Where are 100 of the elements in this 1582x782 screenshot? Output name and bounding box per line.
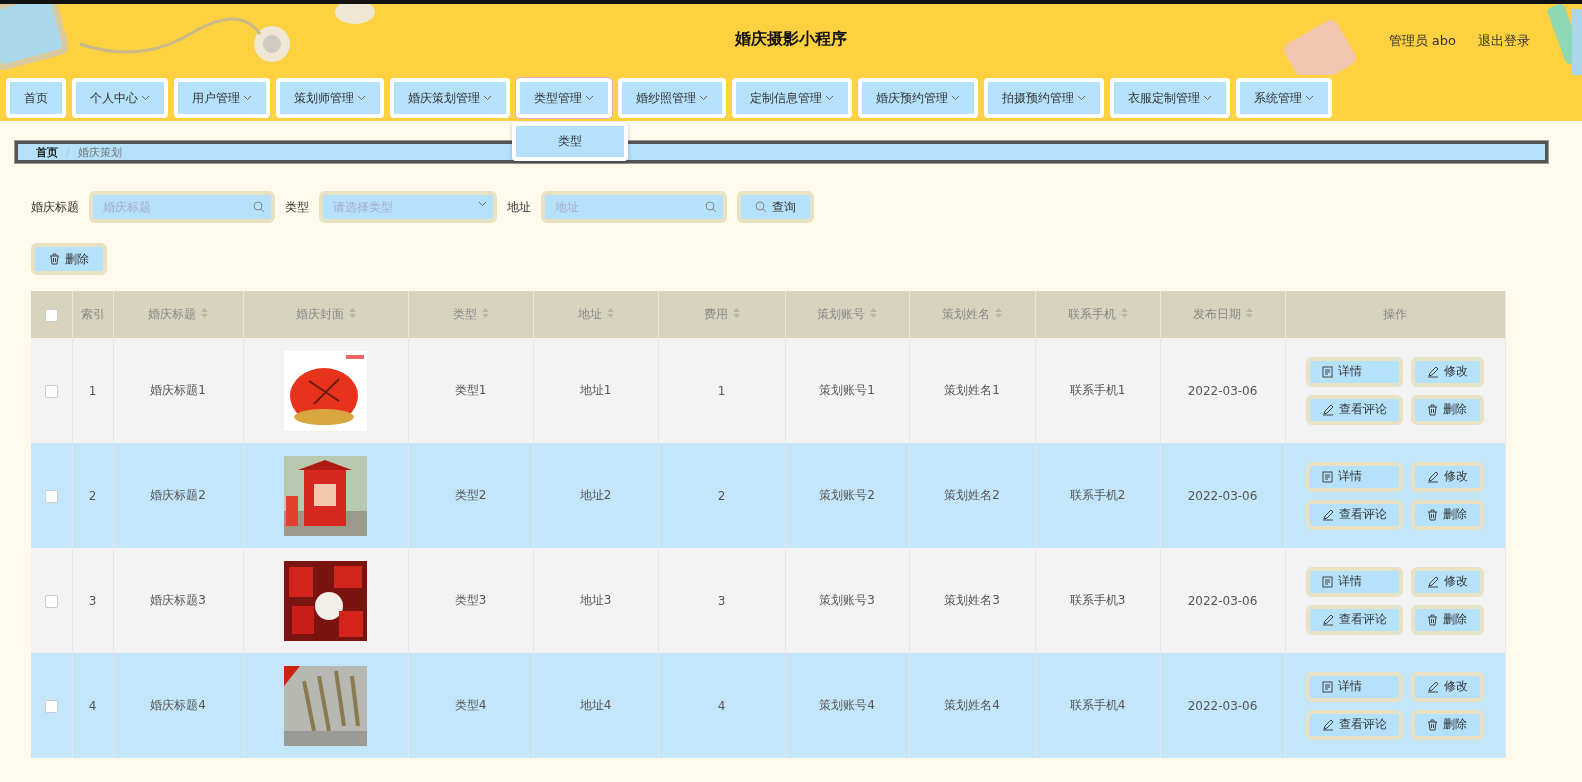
table-cell: 类型1	[454, 383, 487, 397]
search-button[interactable]: 查询	[737, 191, 814, 223]
row-action-button[interactable]: 删除	[1411, 499, 1484, 530]
table-cell: 婚庆标题1	[150, 383, 206, 397]
checkbox[interactable]	[44, 699, 58, 713]
pen-icon	[1427, 470, 1439, 483]
column-header: 发布日期	[1192, 307, 1241, 321]
table-cell: 1	[717, 383, 726, 398]
table-cell: 类型4	[454, 698, 487, 712]
sort-icon[interactable]	[348, 308, 356, 318]
row-action-button[interactable]: 查看评论	[1306, 604, 1403, 635]
breadcrumb-separator: /	[66, 145, 70, 159]
nav-menu-button[interactable]: 婚庆策划管理	[390, 78, 510, 118]
row-action-button[interactable]: 修改	[1411, 566, 1484, 597]
sort-icon[interactable]	[1120, 308, 1128, 318]
table-cell: 1	[88, 383, 97, 398]
table-cell: 3	[88, 593, 97, 608]
menu-item[interactable]: 类型	[516, 126, 624, 157]
checkbox[interactable]	[44, 384, 58, 398]
table-cell: 策划姓名4	[944, 698, 1000, 712]
column-header: 索引	[80, 307, 105, 321]
column-header: 费用	[703, 307, 728, 321]
row-action-button[interactable]: 查看评论	[1306, 394, 1403, 425]
sort-icon[interactable]	[481, 308, 489, 318]
row-action-button[interactable]: 修改	[1411, 461, 1484, 492]
search-icon	[755, 201, 767, 213]
nav-menu-button[interactable]: 衣服定制管理	[1110, 78, 1230, 118]
chevron-down-icon	[1203, 95, 1212, 101]
chevron-down-icon	[478, 201, 487, 207]
field-label: 婚庆标题	[31, 198, 79, 216]
column-header: 策划账号	[817, 307, 865, 321]
table-cell: 2022-03-06	[1187, 488, 1258, 503]
nav-menu-button[interactable]: 婚纱照管理	[618, 78, 726, 118]
sort-icon[interactable]	[1245, 308, 1253, 318]
table-cell: 策划账号4	[819, 698, 875, 712]
chevron-down-icon	[1305, 95, 1314, 101]
chevron-down-icon	[141, 95, 150, 101]
breadcrumb-item[interactable]: 首页	[36, 144, 58, 160]
row-action-button[interactable]: 查看评论	[1306, 709, 1403, 740]
nav-menu-button[interactable]: 定制信息管理	[732, 78, 852, 118]
table-cell: 2	[717, 488, 726, 503]
row-action-button[interactable]: 详情	[1306, 671, 1403, 702]
column-header: 婚庆标题	[148, 307, 196, 321]
table-cell: 地址4	[579, 698, 612, 712]
nav-menu-button[interactable]: 婚庆预约管理	[858, 78, 978, 118]
checkbox[interactable]	[44, 308, 58, 322]
document-icon	[1322, 470, 1333, 483]
nav-menu-button[interactable]: 类型管理	[516, 78, 612, 118]
field-label: 地址	[507, 198, 531, 216]
table-cell: 地址3	[579, 593, 612, 607]
checkbox[interactable]	[44, 489, 58, 503]
row-action-button[interactable]: 删除	[1411, 709, 1484, 740]
table-cell: 婚庆标题2	[150, 488, 206, 502]
row-action-button[interactable]: 详情	[1306, 356, 1403, 387]
sort-icon[interactable]	[995, 308, 1002, 318]
row-action-button[interactable]: 详情	[1306, 566, 1403, 597]
pen-icon	[1322, 613, 1334, 626]
trash-icon	[49, 253, 60, 265]
column-header: 策划姓名	[942, 307, 990, 321]
table-cell: 类型2	[454, 488, 487, 502]
nav-menu-button[interactable]: 首页	[6, 78, 66, 118]
delete-button[interactable]: 删除	[31, 243, 107, 275]
trash-icon	[1427, 508, 1438, 521]
sort-icon[interactable]	[201, 308, 208, 318]
checkbox[interactable]	[44, 594, 58, 608]
table-cell: 2	[88, 488, 97, 503]
logout-link[interactable]: 退出登录	[1478, 32, 1530, 50]
row-action-button[interactable]: 查看评论	[1306, 499, 1403, 530]
table-cell: 类型3	[454, 593, 487, 607]
pen-icon	[1427, 365, 1439, 378]
trash-icon	[1427, 718, 1438, 731]
chevron-down-icon	[1077, 95, 1086, 101]
row-action-button[interactable]: 删除	[1411, 394, 1484, 425]
search-icon	[705, 201, 717, 213]
nav-menu-button[interactable]: 拍摄预约管理	[984, 78, 1104, 118]
nav-menu-button[interactable]: 系统管理	[1236, 78, 1332, 118]
table-cell: 联系手机3	[1069, 593, 1126, 607]
column-header: 类型	[452, 307, 477, 321]
trash-icon	[1427, 403, 1438, 416]
table-cell: 婚庆标题3	[150, 593, 206, 607]
table-cell: 婚庆标题4	[150, 698, 206, 712]
row-action-button[interactable]: 详情	[1306, 461, 1403, 492]
sort-icon[interactable]	[732, 308, 740, 318]
chevron-down-icon	[825, 95, 834, 101]
table-cell: 地址2	[579, 488, 612, 502]
sort-icon[interactable]	[606, 308, 614, 318]
row-action-button[interactable]: 修改	[1411, 356, 1484, 387]
chevron-down-icon	[951, 95, 960, 101]
sort-icon[interactable]	[870, 308, 877, 318]
pen-icon	[1427, 575, 1439, 588]
row-action-button[interactable]: 修改	[1411, 671, 1484, 702]
nav-menu-button[interactable]: 策划师管理	[276, 78, 384, 118]
table-cell: 4	[717, 698, 726, 713]
table-cell: 地址1	[579, 383, 612, 397]
app-title: 婚庆摄影小程序	[735, 29, 847, 50]
row-action-button[interactable]: 删除	[1411, 604, 1484, 635]
table-cell: 策划账号1	[819, 383, 875, 397]
document-icon	[1322, 575, 1333, 588]
nav-menu-button[interactable]: 用户管理	[174, 78, 270, 118]
nav-menu-button[interactable]: 个人中心	[72, 78, 168, 118]
